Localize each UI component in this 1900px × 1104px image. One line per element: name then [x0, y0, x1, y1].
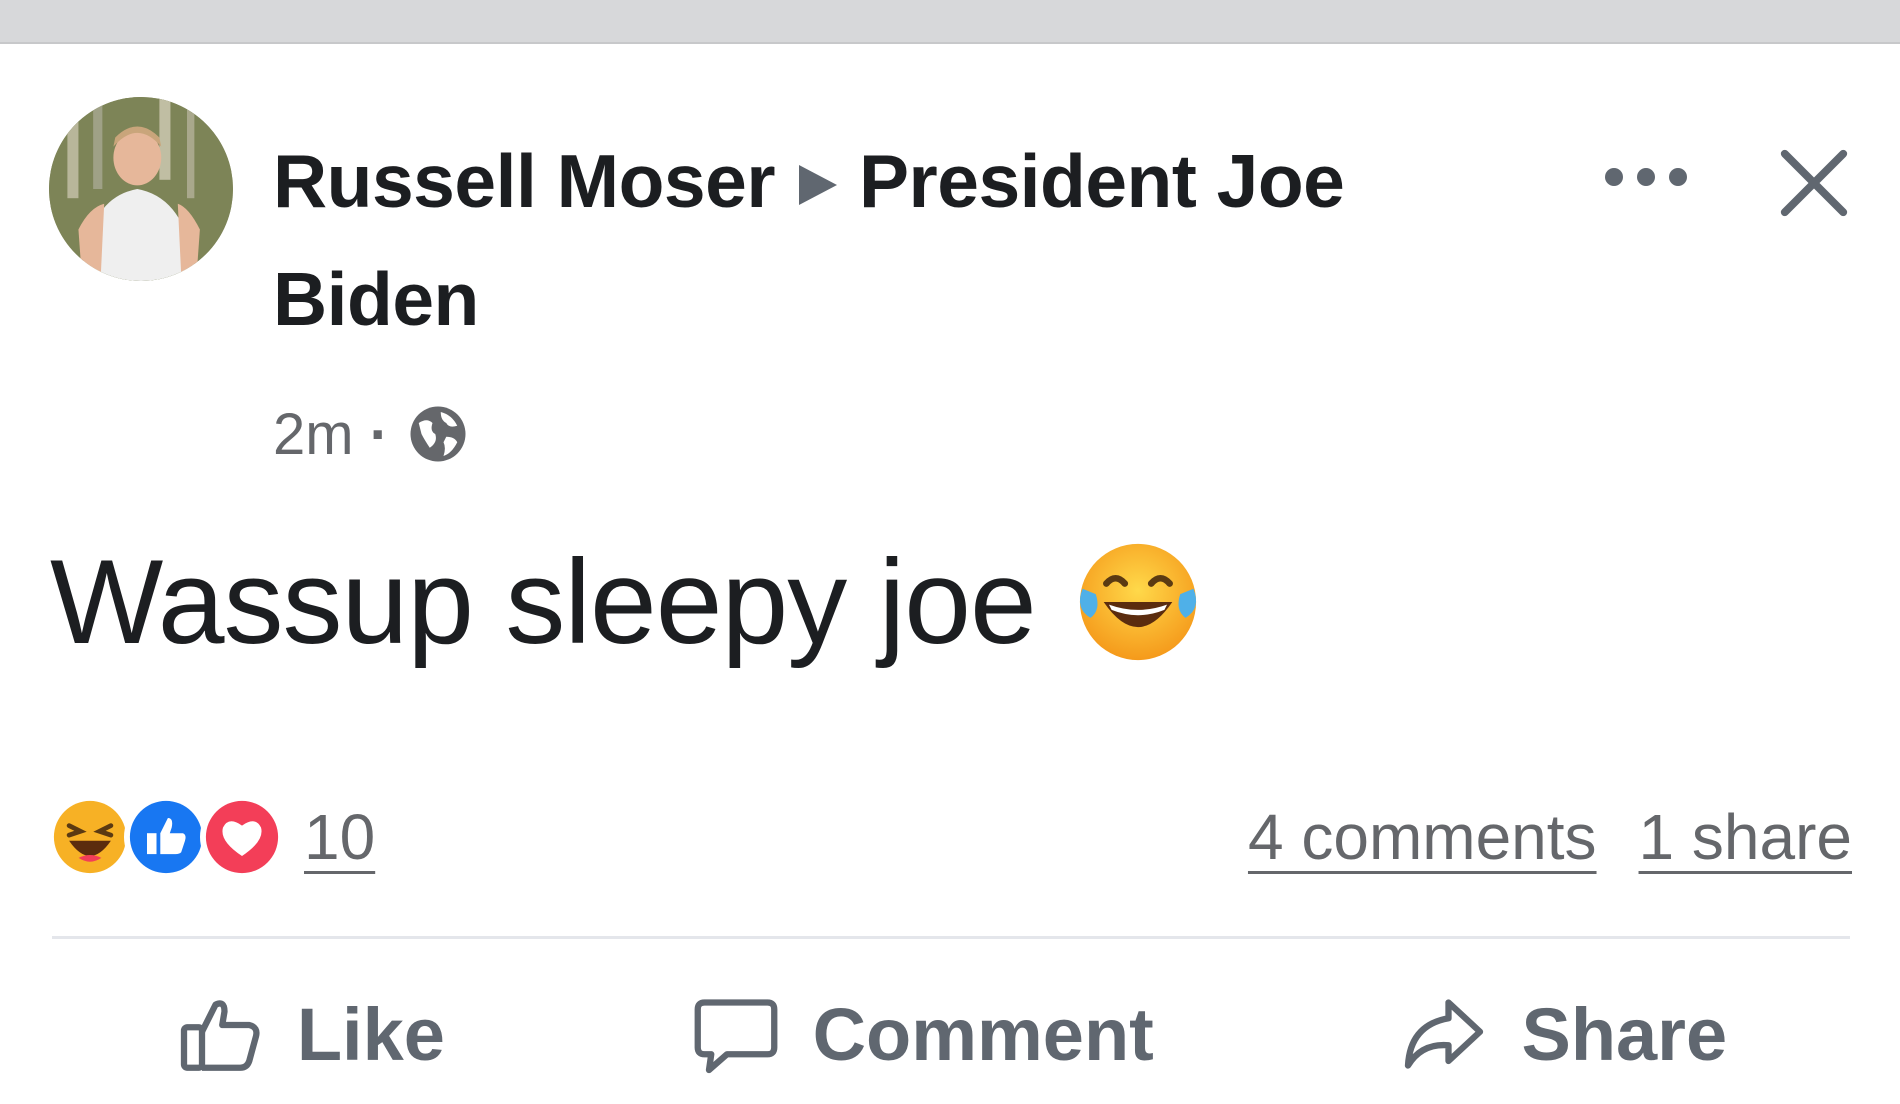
comment-bubble-icon: [694, 999, 777, 1074]
shares-count-link[interactable]: 1 share: [1639, 800, 1852, 874]
divider: [52, 936, 1850, 939]
close-icon[interactable]: [1775, 144, 1853, 222]
post-text: Wassup sleepy joe: [50, 535, 1037, 669]
comment-label: Comment: [812, 992, 1154, 1076]
top-bar: [0, 0, 1900, 44]
avatar[interactable]: [49, 97, 233, 281]
laughing-tears-emoji-icon: [1072, 536, 1204, 668]
post-header: Russell Moser President Joe Biden: [273, 122, 1493, 358]
author-name[interactable]: Russell Moser: [273, 139, 776, 223]
post-text-container: Wassup sleepy joe: [50, 532, 1204, 672]
post-meta: 2m ·: [273, 394, 471, 474]
reaction-count[interactable]: 10: [304, 800, 375, 874]
love-reaction-icon: [200, 795, 284, 879]
action-bar: Like Comment Share: [52, 964, 1850, 1104]
reactions-summary[interactable]: 10: [48, 795, 375, 879]
comment-button[interactable]: Comment: [661, 979, 1184, 1089]
more-options-icon[interactable]: [1605, 162, 1687, 192]
meta-separator: ·: [369, 401, 389, 467]
haha-reaction-icon: [48, 795, 132, 879]
globe-icon[interactable]: [405, 401, 471, 467]
comments-count-link[interactable]: 4 comments: [1248, 800, 1597, 874]
like-button[interactable]: Like: [145, 979, 475, 1089]
engagement-counts: 4 comments 1 share: [1248, 796, 1852, 878]
triangle-right-icon: [799, 165, 838, 205]
like-label: Like: [296, 992, 445, 1076]
share-button[interactable]: Share: [1369, 979, 1757, 1089]
share-label: Share: [1521, 992, 1728, 1076]
post-card: Russell Moser President Joe Biden 2m · Wa…: [0, 44, 1900, 1076]
post-time[interactable]: 2m: [273, 401, 354, 468]
share-arrow-icon: [1405, 999, 1484, 1069]
like-reaction-icon: [124, 795, 208, 879]
thumbs-up-icon: [180, 1000, 260, 1071]
